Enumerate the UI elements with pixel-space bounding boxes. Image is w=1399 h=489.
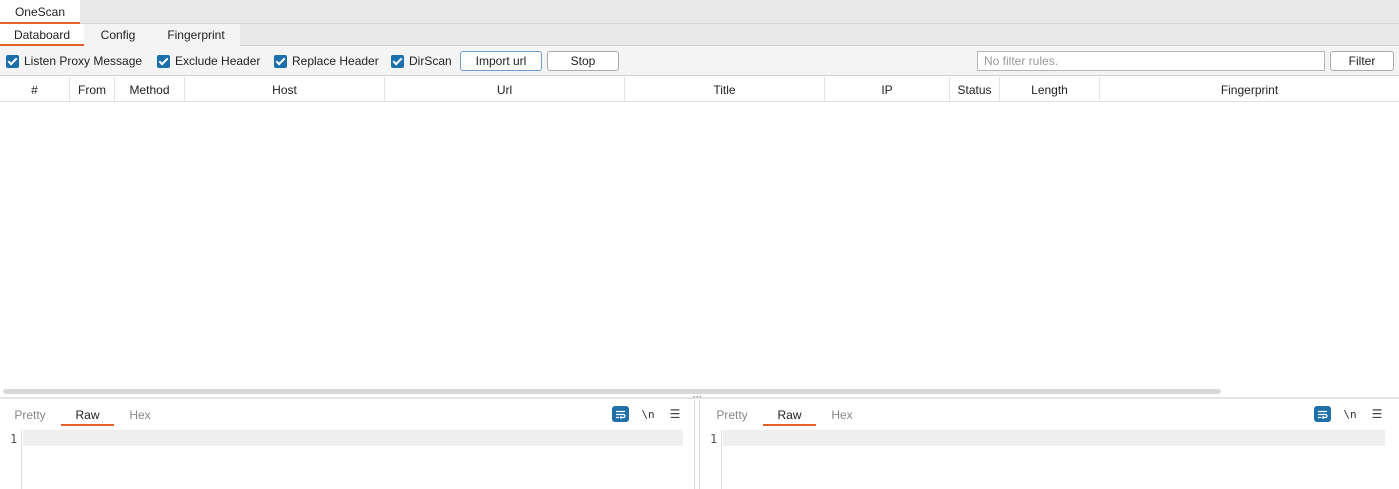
line-number: 1 [10, 432, 18, 446]
exclude-header-checkbox[interactable]: Exclude Header [157, 53, 260, 69]
column-header-from[interactable]: From [70, 77, 115, 102]
request-tab-hex[interactable]: Hex [120, 404, 160, 426]
top-tab-bar: OneScan [0, 0, 1399, 24]
column-header-index[interactable]: # [0, 77, 70, 102]
tab-databoard[interactable]: Databoard [0, 24, 84, 46]
column-header-host[interactable]: Host [185, 77, 385, 102]
request-tab-raw[interactable]: Raw [61, 404, 114, 426]
column-header-title[interactable]: Title [625, 77, 825, 102]
menu-icon[interactable]: ☰ [1370, 406, 1384, 422]
column-header-ip[interactable]: IP [825, 77, 950, 102]
results-table-body[interactable] [0, 102, 1399, 387]
dirscan-checkbox[interactable]: DirScan [391, 53, 452, 69]
show-newlines-icon[interactable]: \n [1342, 406, 1358, 422]
tab-config[interactable]: Config [84, 24, 152, 46]
toolbar: Listen Proxy Message Exclude Header Repl… [0, 46, 1399, 76]
response-tab-hex[interactable]: Hex [822, 404, 862, 426]
stop-button[interactable]: Stop [547, 51, 619, 71]
checkbox-checked-icon [6, 54, 19, 68]
import-url-button[interactable]: Import url [460, 51, 542, 71]
menu-icon[interactable]: ☰ [668, 406, 682, 422]
tab-onescan[interactable]: OneScan [0, 0, 80, 24]
response-tab-pretty[interactable]: Pretty [710, 404, 754, 426]
checkbox-checked-icon [391, 54, 404, 68]
column-header-url[interactable]: Url [385, 77, 625, 102]
checkbox-checked-icon [274, 54, 287, 68]
exclude-header-label: Exclude Header [175, 54, 261, 68]
filter-button[interactable]: Filter [1330, 51, 1394, 71]
wrap-lines-icon[interactable] [612, 406, 629, 422]
column-header-length[interactable]: Length [1000, 77, 1100, 102]
wrap-lines-icon[interactable] [1314, 406, 1331, 422]
table-header: # From Method Host Url Title IP Status L… [0, 77, 1399, 102]
column-header-method[interactable]: Method [115, 77, 185, 102]
show-newlines-icon[interactable]: \n [640, 406, 656, 422]
column-header-fingerprint[interactable]: Fingerprint [1100, 77, 1399, 102]
dirscan-label: DirScan [409, 54, 452, 68]
sub-tab-bar: Databoard Config Fingerprint [0, 24, 1399, 46]
filter-input[interactable]: No filter rules. [977, 51, 1325, 71]
request-tab-pretty[interactable]: Pretty [8, 404, 52, 426]
listen-proxy-checkbox[interactable]: Listen Proxy Message [6, 53, 142, 69]
tab-fingerprint[interactable]: Fingerprint [152, 24, 240, 46]
checkbox-checked-icon [157, 54, 170, 68]
response-editor[interactable] [723, 430, 1385, 446]
response-pane: Pretty Raw Hex \n ☰ 1 [700, 400, 1399, 489]
line-number: 1 [710, 432, 718, 446]
request-editor[interactable] [23, 430, 683, 446]
column-header-status[interactable]: Status [950, 77, 1000, 102]
listen-proxy-label: Listen Proxy Message [24, 54, 143, 68]
horizontal-scrollbar[interactable] [3, 389, 1221, 394]
request-pane: Pretty Raw Hex \n ☰ 1 [0, 400, 694, 489]
replace-header-label: Replace Header [292, 54, 379, 68]
replace-header-checkbox[interactable]: Replace Header [274, 53, 379, 69]
response-tab-raw[interactable]: Raw [763, 404, 816, 426]
